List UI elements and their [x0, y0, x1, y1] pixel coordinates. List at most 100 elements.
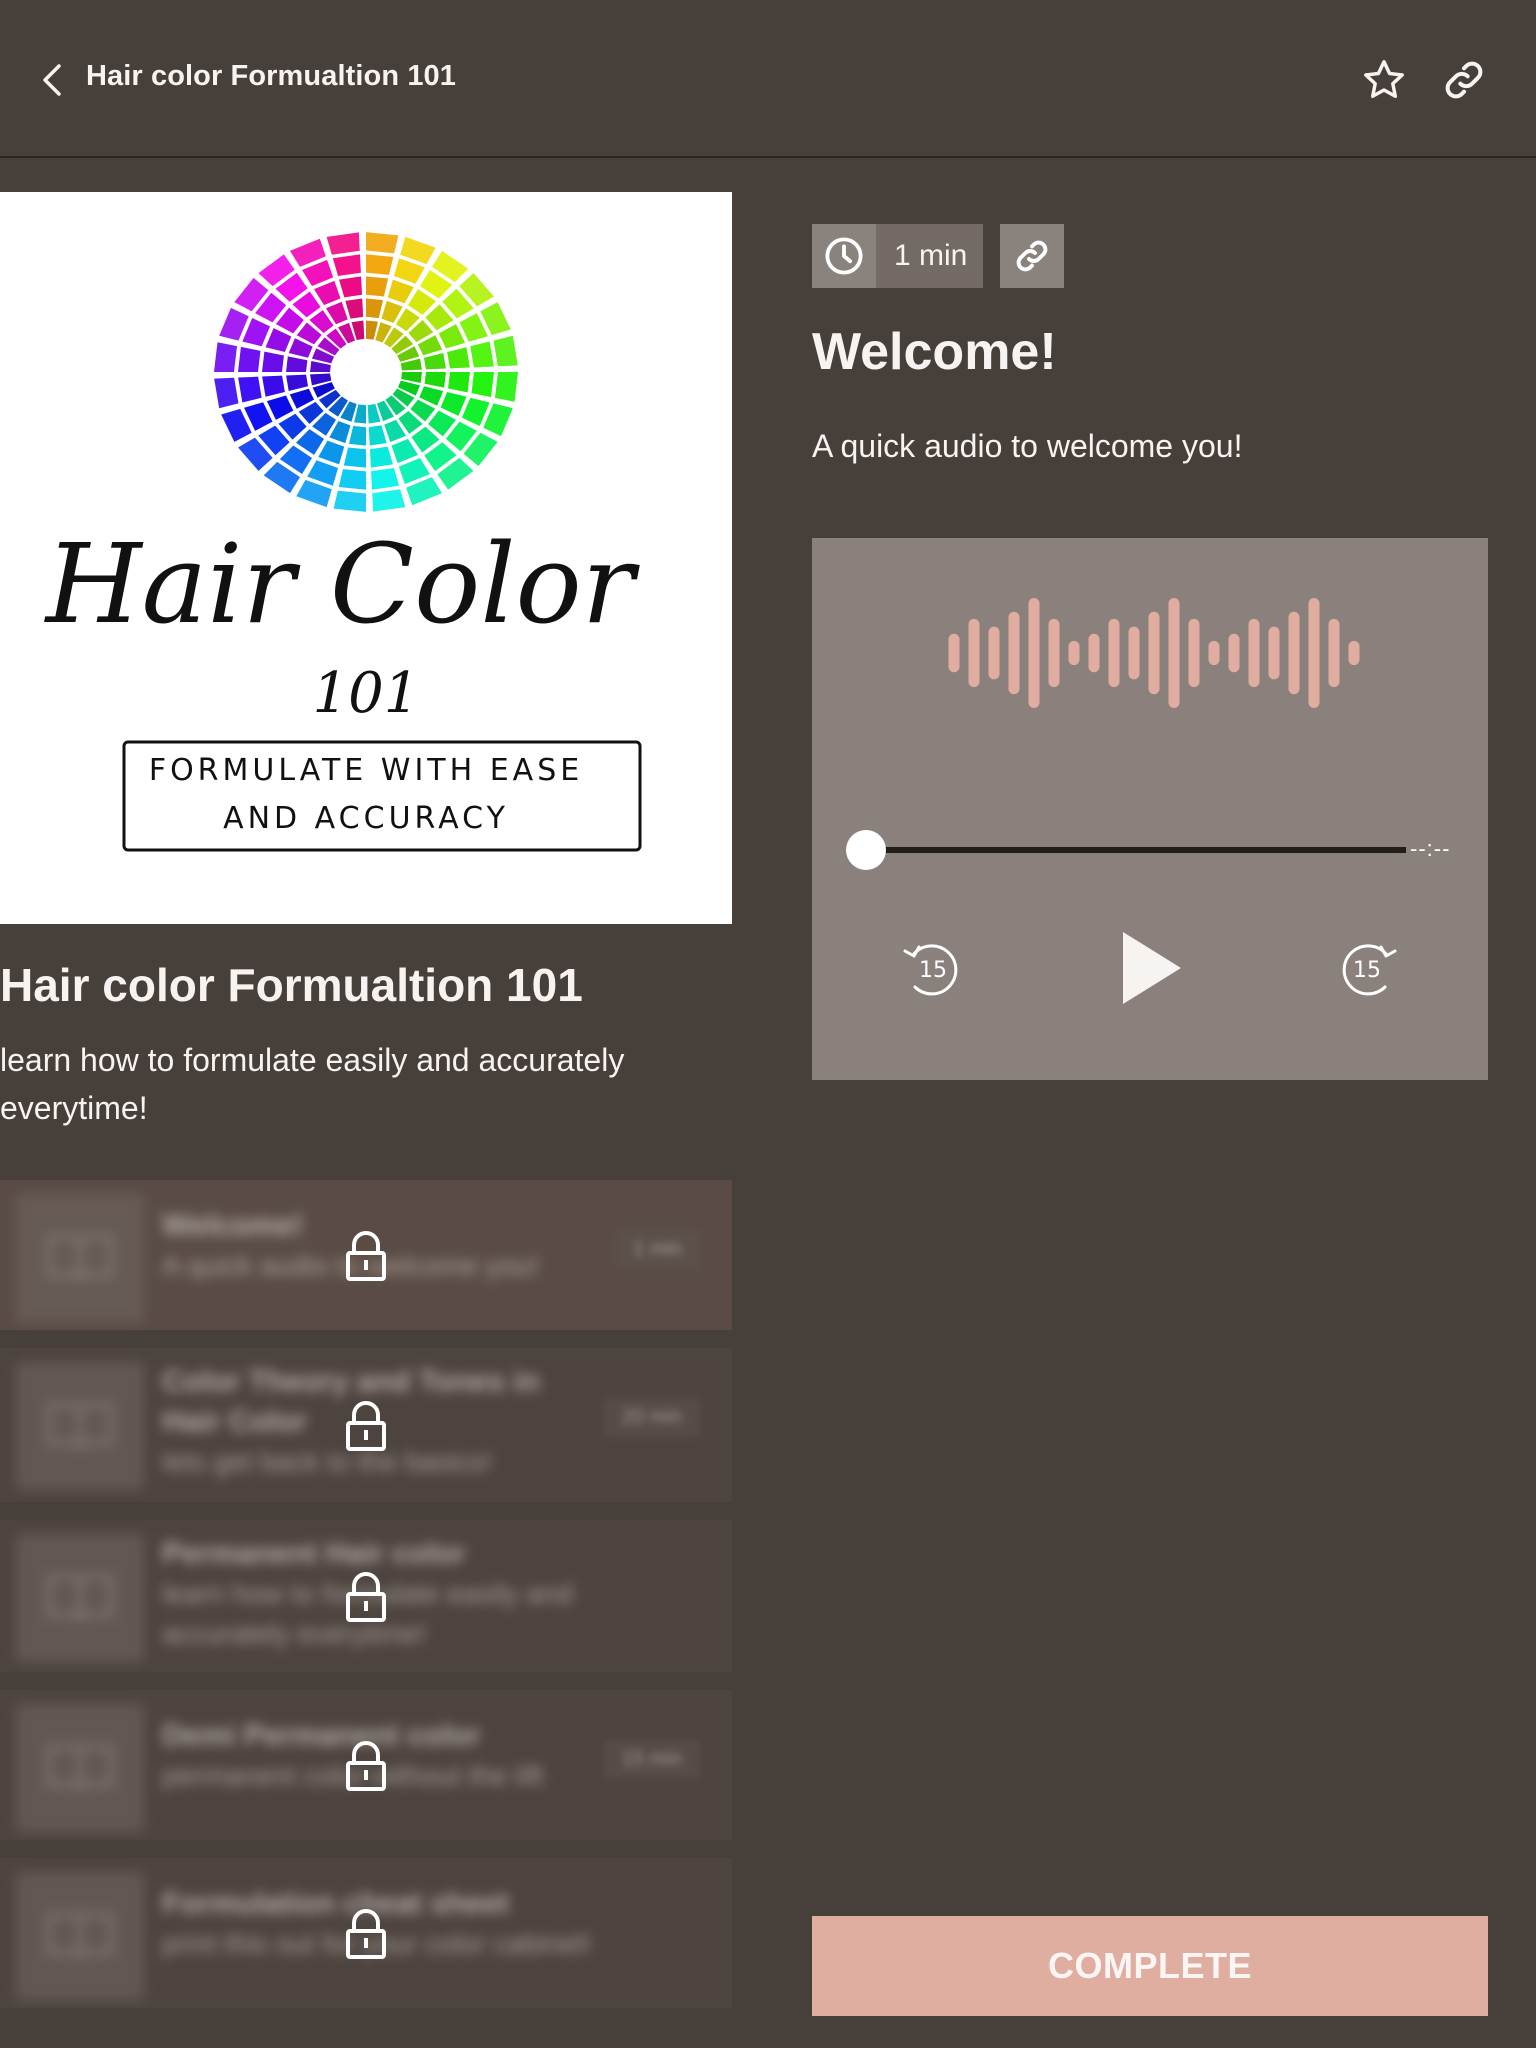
- color-wheel-segment: [266, 395, 294, 420]
- course-cover-image: Hair Color 101 FORMULATE WITH EASE AND A…: [0, 192, 732, 924]
- lesson-item[interactable]: Demi Permanent color permanent color wit…: [0, 1690, 732, 1840]
- color-wheel-segment: [333, 490, 366, 512]
- share-link-button[interactable]: [1438, 54, 1490, 106]
- color-wheel-segment: [368, 425, 387, 446]
- book-icon: [16, 1194, 144, 1322]
- lesson-description: A quick audio to welcome you!: [162, 1250, 539, 1281]
- svg-text:15: 15: [919, 958, 947, 983]
- copy-link-button[interactable]: [1000, 224, 1064, 288]
- waveform-bar: [1208, 640, 1220, 666]
- waveform-bar: [1148, 611, 1160, 695]
- lesson-description: learn how to formulate easily and accura…: [162, 1578, 573, 1649]
- play-icon: [1123, 932, 1181, 1004]
- link-icon: [1445, 61, 1483, 99]
- logo-script-title: Hair Color: [44, 520, 641, 648]
- complete-button[interactable]: COMPLETE: [812, 1916, 1488, 2016]
- play-button[interactable]: [1110, 928, 1190, 1008]
- course-description: learn how to formulate easily and accura…: [0, 1042, 625, 1126]
- color-wheel-segment: [448, 372, 470, 393]
- waveform-bar: [1228, 633, 1240, 673]
- lesson-duration: 15 min: [603, 1740, 700, 1779]
- color-wheel-segment: [214, 342, 238, 372]
- color-wheel-segment: [424, 372, 446, 388]
- lesson-item[interactable]: Color Theory and Tones in Hair Color let…: [0, 1348, 732, 1502]
- waveform-bar: [1128, 626, 1140, 680]
- chevron-left-icon: [43, 64, 61, 96]
- waveform-bar: [1348, 640, 1360, 666]
- color-wheel-segment: [371, 467, 400, 490]
- waveform-bar: [1048, 618, 1060, 688]
- lesson-duration: 1 min: [615, 1230, 700, 1269]
- time-remaining: --:--: [1410, 836, 1451, 861]
- waveform-bar: [1028, 598, 1040, 708]
- color-wheel-segment: [440, 392, 467, 416]
- lesson-item[interactable]: Formulation cheat sheet print this out f…: [0, 1858, 732, 2008]
- color-wheel-segment: [366, 276, 389, 297]
- waveform-bar: [1288, 611, 1300, 695]
- lock-icon: [346, 1572, 386, 1622]
- color-wheel-segment: [262, 375, 285, 397]
- waveform-bar: [1308, 598, 1320, 708]
- seek-track: [866, 847, 1406, 853]
- lesson-item[interactable]: Permanent Hair color learn how to formul…: [0, 1520, 732, 1672]
- lesson-duration: 20 min: [603, 1398, 700, 1437]
- color-wheel-segment: [372, 489, 406, 512]
- waveform-bar: [1328, 618, 1340, 688]
- seek-thumb[interactable]: [846, 830, 886, 870]
- color-wheel-segment: [326, 232, 360, 255]
- waveform-bar: [1068, 640, 1080, 666]
- lesson-item[interactable]: Welcome! A quick audio to welcome you! 1…: [0, 1180, 732, 1330]
- color-wheel-segment: [219, 307, 249, 341]
- color-wheel-segment: [262, 351, 284, 372]
- back-button[interactable]: [34, 58, 70, 102]
- waveform-bar: [988, 626, 1000, 680]
- lesson-description: print this out for your color cabinet!: [162, 1928, 592, 1959]
- lock-icon: [346, 1741, 386, 1791]
- link-icon: [1016, 240, 1048, 272]
- forward-15-icon: 15: [1342, 944, 1397, 996]
- color-wheel-graphic: [214, 232, 518, 512]
- color-wheel-segment: [345, 298, 364, 319]
- favorite-button[interactable]: [1358, 54, 1410, 106]
- forward-15-button[interactable]: 15: [1328, 928, 1408, 1008]
- waveform-bar: [948, 633, 960, 673]
- waveform-bar: [1248, 618, 1260, 688]
- lesson-list: Welcome! A quick audio to welcome you! 1…: [0, 1180, 732, 2026]
- color-wheel-segment: [447, 347, 470, 369]
- book-icon: [16, 1872, 144, 2000]
- color-wheel-segment: [318, 440, 345, 465]
- lesson-duration-value: 1 min: [876, 224, 984, 288]
- color-wheel-segment: [391, 438, 418, 464]
- color-wheel-segment: [354, 404, 366, 424]
- color-wheel-segment: [369, 446, 393, 468]
- color-wheel-segment: [483, 403, 513, 437]
- book-icon: [16, 1362, 144, 1490]
- color-wheel-segment: [338, 469, 366, 490]
- color-wheel-segment: [343, 447, 366, 468]
- lock-icon: [346, 1909, 386, 1959]
- waveform-bar: [1108, 618, 1120, 688]
- color-wheel-segment: [366, 232, 399, 254]
- audio-player: --:-- 15 15: [812, 538, 1488, 1080]
- lesson-subtitle: A quick audio to welcome you!: [812, 428, 1243, 464]
- rewind-15-button[interactable]: 15: [892, 928, 972, 1008]
- color-wheel-segment: [238, 376, 262, 403]
- book-icon: [16, 1704, 144, 1832]
- color-wheel-segment: [314, 280, 341, 306]
- color-wheel-segment: [286, 356, 308, 372]
- book-icon: [16, 1534, 144, 1662]
- waveform-bar: [968, 618, 980, 688]
- lock-icon: [346, 1231, 386, 1281]
- color-wheel-segment: [286, 374, 309, 392]
- lock-icon: [346, 1401, 386, 1451]
- waveform-graphic: [948, 598, 1360, 708]
- color-wheel-segment: [387, 279, 414, 304]
- color-wheel-segment: [310, 361, 331, 372]
- color-wheel-segment: [400, 236, 436, 265]
- rewind-15-icon: 15: [903, 944, 958, 996]
- logo-tagline-line1: FORMULATE WITH EASE: [149, 753, 583, 788]
- waveform-bar: [1168, 598, 1180, 708]
- lesson-heading: Welcome!: [812, 323, 1057, 381]
- seek-slider[interactable]: [846, 830, 1406, 870]
- color-wheel-segment: [339, 276, 363, 298]
